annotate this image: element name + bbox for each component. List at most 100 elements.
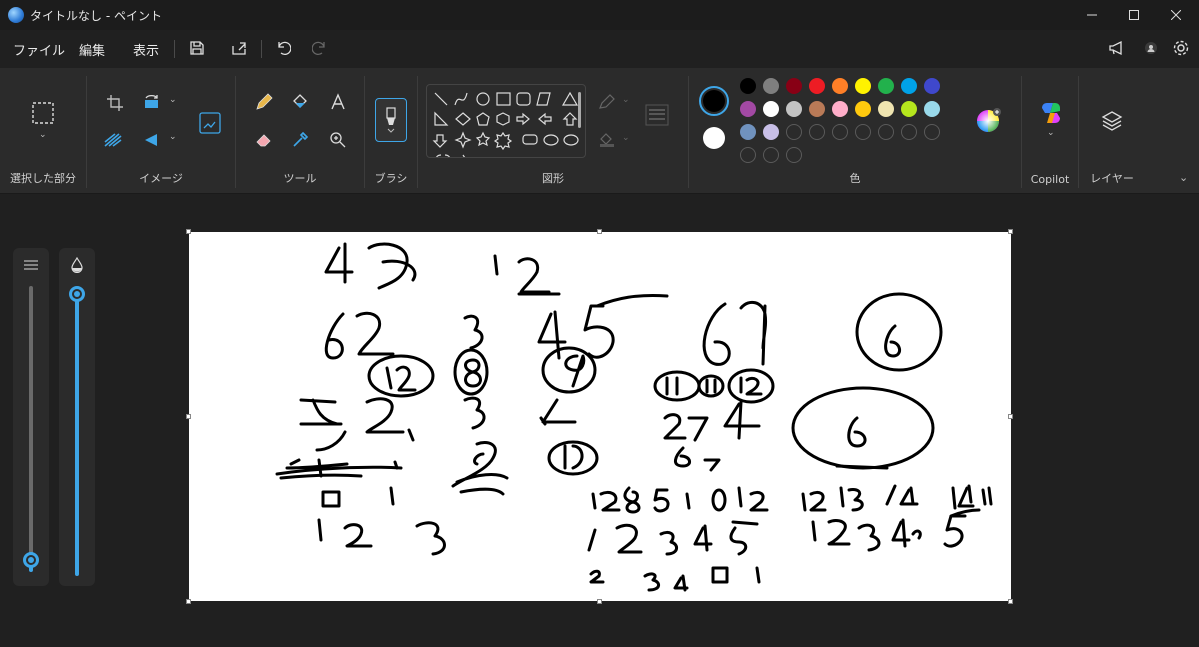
color-picker-icon[interactable] [288,128,312,152]
image-group: ⌄ ⌄ イメージ [87,68,235,194]
fill-icon[interactable] [596,130,618,150]
select-all-icon[interactable] [101,128,125,152]
brush-icon[interactable] [375,98,407,142]
palette-color-swatch[interactable] [786,101,802,117]
menu-edit[interactable]: 編集 [79,40,105,59]
palette-color-swatch[interactable] [878,101,894,117]
chevron-down-icon[interactable]: ⌄ [39,130,47,140]
selection-label: 選択した部分 [10,172,76,185]
palette-color-swatch[interactable] [786,78,802,94]
palette-empty-swatch[interactable] [809,124,825,140]
palette-empty-swatch[interactable] [924,124,940,140]
palette-empty-swatch[interactable] [763,147,779,163]
eraser-icon[interactable] [252,128,276,152]
opacity-slider[interactable] [59,248,95,586]
palette-color-swatch[interactable] [901,101,917,117]
palette-color-swatch[interactable] [809,78,825,94]
brush-label: ブラシ [374,172,408,185]
resize-handle-right[interactable] [1008,414,1013,419]
settings-icon[interactable] [1170,37,1192,59]
shapes-gallery[interactable] [426,84,586,158]
rotate-icon[interactable] [140,128,164,152]
edit-colors-icon[interactable] [975,106,1003,134]
copilot-group: ⌄ Copilot [1022,68,1078,194]
colors-group: 色 [689,68,1021,194]
palette-color-swatch[interactable] [832,101,848,117]
crop-icon[interactable] [104,92,126,114]
palette-color-swatch[interactable] [878,78,894,94]
save-icon[interactable] [186,37,208,59]
minimize-button[interactable] [1069,0,1115,30]
brush-size-icon [22,258,40,272]
palette-empty-swatch[interactable] [740,147,756,163]
palette-empty-swatch[interactable] [878,124,894,140]
palette-color-swatch[interactable] [855,101,871,117]
pencil-icon[interactable] [252,90,276,114]
undo-icon[interactable] [272,37,294,59]
drawing-canvas[interactable] [189,232,1011,601]
palette-color-swatch[interactable] [763,101,779,117]
chevron-down-icon[interactable]: ⌄ [622,95,630,105]
palette-empty-swatch[interactable] [832,124,848,140]
maximize-button[interactable] [1111,0,1157,30]
copilot-label: Copilot [1030,173,1070,186]
copilot-icon[interactable] [1038,100,1064,126]
close-button[interactable] [1153,0,1199,30]
primary-color[interactable] [699,86,729,116]
palette-color-swatch[interactable] [924,78,940,94]
secondary-color[interactable] [703,127,725,149]
palette-empty-swatch[interactable] [855,124,871,140]
palette-color-swatch[interactable] [740,78,756,94]
resize-handle-top[interactable] [597,229,602,234]
chevron-down-icon[interactable]: ⌄ [169,132,177,142]
redo-icon[interactable] [309,37,331,59]
menu-divider [174,40,175,58]
opacity-slider-fill[interactable] [75,300,79,576]
opacity-slider-thumb[interactable] [69,286,85,302]
menu-view[interactable]: 表示 [133,40,159,59]
palette-color-swatch[interactable] [924,101,940,117]
paint-app-icon [8,7,24,23]
chevron-down-icon[interactable]: ⌄ [1047,128,1055,138]
palette-color-swatch[interactable] [740,124,756,140]
layers-icon[interactable] [1099,108,1125,134]
shapes-group: ⌄ ⌄ 図形 [418,68,688,194]
text-icon[interactable] [326,90,350,114]
account-icon[interactable] [1140,37,1162,59]
resize-handle-left[interactable] [186,414,191,419]
shapes-scrollbar[interactable] [578,92,581,128]
layers-label: レイヤー [1090,172,1134,185]
resize-handle-bottom-right[interactable] [1008,599,1013,604]
share-icon[interactable] [228,37,250,59]
resize-handle-top-right[interactable] [1008,229,1013,234]
palette-color-swatch[interactable] [809,101,825,117]
resize-handle-bottom[interactable] [597,599,602,604]
palette-empty-swatch[interactable] [901,124,917,140]
chevron-down-icon[interactable]: ⌄ [169,95,177,105]
palette-empty-swatch[interactable] [786,124,802,140]
image-resize-icon[interactable] [197,110,223,136]
chevron-down-icon[interactable]: ⌄ [1179,171,1188,184]
feedback-icon[interactable] [1106,37,1128,59]
size-slider-track[interactable] [29,286,33,558]
size-slider-thumb[interactable] [23,552,39,568]
brush-group: ブラシ [365,68,417,194]
chevron-down-icon[interactable]: ⌄ [622,133,630,143]
resize-handle-bottom-left[interactable] [186,599,191,604]
resize-handle-top-left[interactable] [186,229,191,234]
palette-color-swatch[interactable] [763,124,779,140]
palette-color-swatch[interactable] [901,78,917,94]
palette-color-swatch[interactable] [763,78,779,94]
palette-color-swatch[interactable] [855,78,871,94]
magnifier-icon[interactable] [326,128,350,152]
rectangle-select-icon[interactable] [30,100,56,126]
resize-icon[interactable] [140,90,164,114]
palette-color-swatch[interactable] [740,101,756,117]
brush-size-slider[interactable] [13,248,49,586]
line-width-icon[interactable] [644,102,670,128]
palette-empty-swatch[interactable] [786,147,802,163]
menu-file[interactable]: ファイル [13,40,65,59]
outline-icon[interactable] [596,92,618,112]
palette-color-swatch[interactable] [832,78,848,94]
fill-bucket-icon[interactable] [288,90,312,114]
